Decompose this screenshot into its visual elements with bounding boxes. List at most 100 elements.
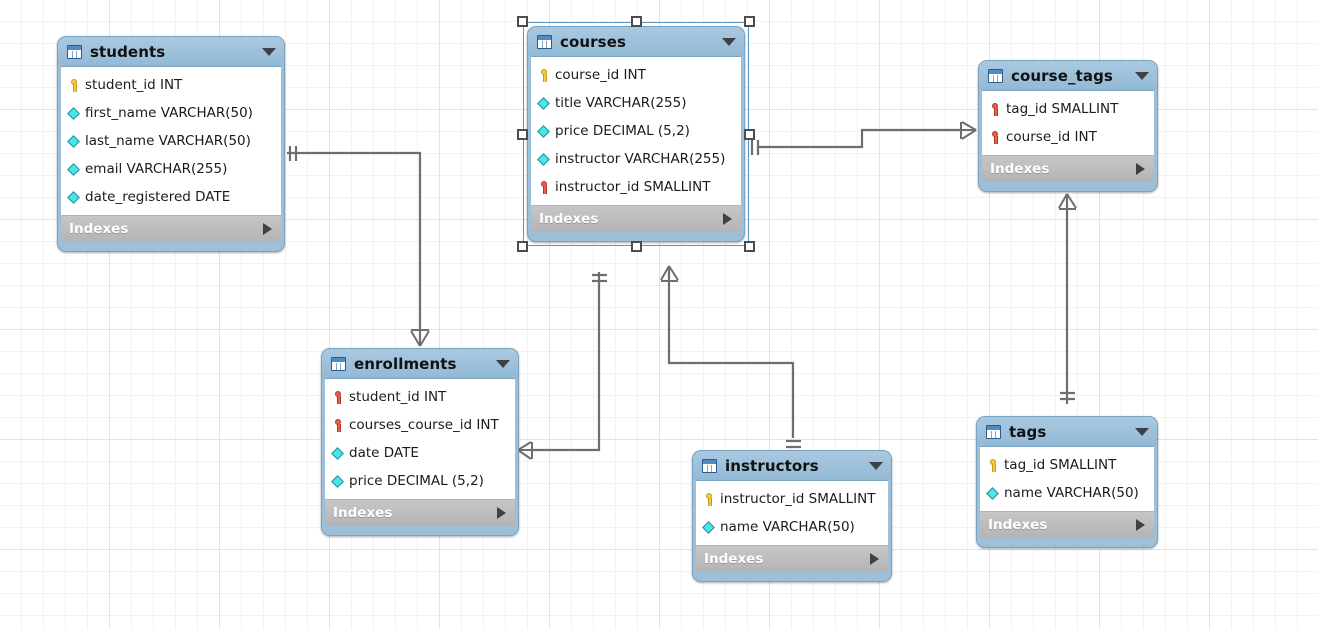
column-icon — [67, 162, 81, 177]
field-label: title VARCHAR(255) — [555, 95, 687, 111]
foreign-key-icon — [988, 102, 1002, 117]
table-instructors[interactable]: instructors instructor_id SMALLINT name VA… — [692, 450, 892, 582]
table-header-instructors[interactable]: instructors — [693, 451, 891, 480]
table-header-enrollments[interactable]: enrollments — [322, 349, 518, 378]
table-header-tags[interactable]: tags — [977, 417, 1157, 446]
indexes-section-instructors[interactable]: Indexes — [696, 546, 888, 572]
field-row[interactable]: name VARCHAR(50) — [980, 479, 1154, 507]
table-name-courses: courses — [560, 32, 627, 51]
link-courses-enrollments — [532, 272, 601, 452]
resize-handle-ne[interactable] — [744, 16, 755, 27]
field-label: name VARCHAR(50) — [1004, 485, 1139, 501]
table-name-instructors: instructors — [725, 456, 819, 475]
field-label: course_id INT — [1006, 129, 1097, 145]
field-row[interactable]: course_id INT — [982, 123, 1154, 151]
indexes-label: Indexes — [988, 517, 1048, 533]
resize-handle-se[interactable] — [744, 241, 755, 252]
column-icon — [986, 486, 1000, 501]
resize-handle-sw[interactable] — [517, 241, 528, 252]
table-header-students[interactable]: students — [58, 37, 284, 66]
resize-handle-s[interactable] — [630, 241, 642, 252]
field-row[interactable]: price DECIMAL (5,2) — [531, 117, 741, 145]
caret-down-icon[interactable] — [1135, 427, 1149, 436]
field-list-instructors: instructor_id SMALLINT name VARCHAR(50) — [696, 480, 888, 546]
column-icon — [331, 474, 345, 489]
table-icon — [986, 424, 1001, 439]
resize-handle-nw[interactable] — [517, 16, 528, 27]
column-icon — [67, 190, 81, 205]
indexes-label: Indexes — [704, 551, 764, 567]
indexes-label: Indexes — [333, 505, 393, 521]
field-row[interactable]: last_name VARCHAR(50) — [61, 127, 281, 155]
column-icon — [537, 124, 551, 139]
link-students-enrollments — [287, 151, 422, 340]
caret-down-icon[interactable] — [496, 359, 510, 368]
column-icon — [537, 152, 551, 167]
caret-right-icon[interactable] — [1136, 163, 1145, 175]
foreign-key-icon — [331, 418, 345, 433]
indexes-section-enrollments[interactable]: Indexes — [325, 500, 515, 526]
caret-right-icon[interactable] — [497, 507, 506, 519]
resize-handle-w[interactable] — [517, 128, 528, 140]
field-row[interactable]: instructor VARCHAR(255) — [531, 145, 741, 173]
primary-key-icon — [537, 68, 551, 83]
resize-handle-e[interactable] — [744, 128, 755, 140]
indexes-label: Indexes — [69, 221, 129, 237]
table-header-course_tags[interactable]: course_tags — [979, 61, 1157, 90]
field-row[interactable]: price DECIMAL (5,2) — [325, 467, 515, 495]
caret-down-icon[interactable] — [1135, 71, 1149, 80]
field-row[interactable]: tag_id SMALLINT — [980, 451, 1154, 479]
field-row[interactable]: first_name VARCHAR(50) — [61, 99, 281, 127]
table-students[interactable]: students student_id INT first_name VARCHAR… — [57, 36, 285, 252]
field-label: last_name VARCHAR(50) — [85, 133, 251, 149]
field-row[interactable]: instructor_id SMALLINT — [531, 173, 741, 201]
eer-diagram-canvas[interactable]: students student_id INT first_name VARCHAR… — [0, 0, 1318, 629]
indexes-section-tags[interactable]: Indexes — [980, 512, 1154, 538]
table-tags[interactable]: tags tag_id SMALLINT name VARCHAR(50) Index… — [976, 416, 1158, 548]
caret-down-icon[interactable] — [869, 461, 883, 470]
table-course_tags[interactable]: course_tags tag_id SMALLINT course_id INT I… — [978, 60, 1158, 192]
table-courses[interactable]: courses course_id INT title VARCHAR(255) pr… — [527, 26, 745, 242]
column-icon — [67, 134, 81, 149]
field-row[interactable]: date_registered DATE — [61, 183, 281, 211]
indexes-label: Indexes — [539, 211, 599, 227]
caret-right-icon[interactable] — [263, 223, 272, 235]
field-row[interactable]: instructor_id SMALLINT — [696, 485, 888, 513]
field-row[interactable]: course_id INT — [531, 61, 741, 89]
indexes-section-courses[interactable]: Indexes — [531, 206, 741, 232]
table-icon — [537, 34, 552, 49]
field-row[interactable]: tag_id SMALLINT — [982, 95, 1154, 123]
field-row[interactable]: email VARCHAR(255) — [61, 155, 281, 183]
table-name-course_tags: course_tags — [1011, 66, 1113, 85]
field-row[interactable]: student_id INT — [325, 383, 515, 411]
field-row[interactable]: courses_course_id INT — [325, 411, 515, 439]
foreign-key-icon — [537, 180, 551, 195]
field-label: name VARCHAR(50) — [720, 519, 855, 535]
caret-down-icon[interactable] — [722, 37, 736, 46]
table-enrollments[interactable]: enrollments student_id INT courses_course_… — [321, 348, 519, 536]
table-header-courses[interactable]: courses — [528, 27, 744, 56]
field-row[interactable]: date DATE — [325, 439, 515, 467]
field-row[interactable]: title VARCHAR(255) — [531, 89, 741, 117]
caret-right-icon[interactable] — [870, 553, 879, 565]
indexes-section-course_tags[interactable]: Indexes — [982, 156, 1154, 182]
indexes-section-students[interactable]: Indexes — [61, 216, 281, 242]
field-row[interactable]: name VARCHAR(50) — [696, 513, 888, 541]
field-label: tag_id SMALLINT — [1004, 457, 1117, 473]
resize-handle-n[interactable] — [630, 16, 642, 27]
table-icon — [702, 458, 717, 473]
field-row[interactable]: student_id INT — [61, 71, 281, 99]
column-icon — [537, 96, 551, 111]
field-label: date_registered DATE — [85, 189, 231, 205]
caret-right-icon[interactable] — [723, 213, 732, 225]
field-label: instructor_id SMALLINT — [555, 179, 711, 195]
field-label: tag_id SMALLINT — [1006, 101, 1119, 117]
field-list-enrollments: student_id INT courses_course_id INT date … — [325, 378, 515, 500]
caret-right-icon[interactable] — [1136, 519, 1145, 531]
column-icon — [67, 106, 81, 121]
primary-key-icon — [702, 492, 716, 507]
table-icon — [331, 356, 346, 371]
field-label: instructor VARCHAR(255) — [555, 151, 726, 167]
caret-down-icon[interactable] — [262, 47, 276, 56]
table-name-enrollments: enrollments — [354, 354, 457, 373]
